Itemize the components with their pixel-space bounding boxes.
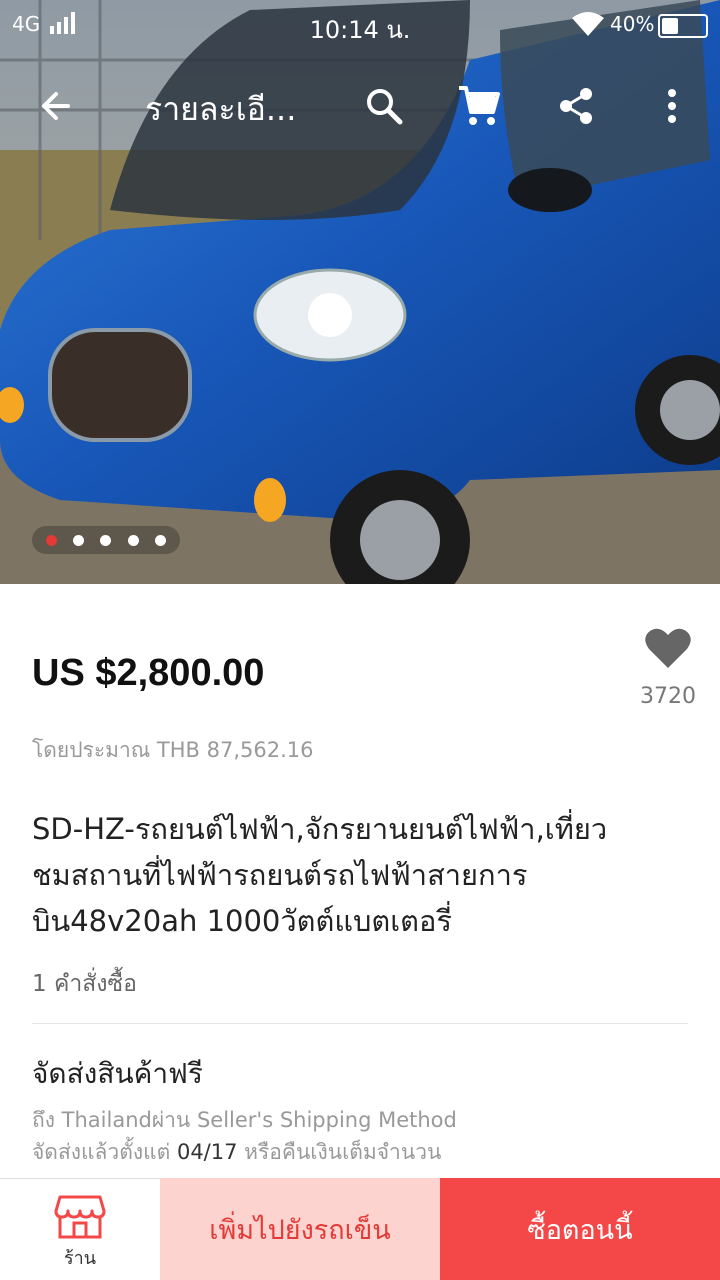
gallery-dot[interactable] [46, 534, 58, 546]
status-bar: 4G 10:14 น. 40% [0, 0, 720, 52]
share-icon[interactable] [552, 82, 600, 130]
store-button[interactable]: ร้าน [0, 1178, 160, 1280]
order-count: 1 คำสั่งซื้อ [32, 971, 137, 997]
battery-icon [658, 14, 708, 38]
wishlist-button[interactable]: 3720 [640, 622, 696, 718]
store-icon [54, 1193, 106, 1243]
product-title-line: ชมสถานที่ไฟฟ้ารถยนต์รถไฟฟ้าสายการ [32, 858, 528, 892]
page-title: รายละเอี... [145, 90, 297, 128]
shipping-destination: ถึง Thailandผ่าน Seller's Shipping Metho… [32, 1108, 457, 1132]
gallery-dot[interactable] [73, 534, 85, 546]
product-image-gallery[interactable]: 4G 10:14 น. 40% รายละเอี... [0, 0, 720, 584]
back-icon[interactable] [32, 82, 80, 130]
product-price: US $2,800.00 [32, 652, 265, 694]
gallery-indicator [32, 526, 180, 554]
heart-icon [644, 628, 692, 674]
action-bar: รายละเอี... [0, 70, 720, 140]
shipping-delivery-date: 04/17 [176, 1140, 238, 1164]
gallery-dot[interactable] [127, 534, 139, 546]
approx-price: โดยประมาณ THB 87,562.16 [32, 738, 314, 762]
shipping-delivery: จัดส่งแล้วตั้งแต่ 04/17 หรือคืนเงินเต็มจ… [32, 1136, 441, 1169]
product-title-line: บิน48v20ah 1000วัตต์แบตเตอรี่ [32, 904, 452, 938]
product-title-line: SD-HZ-รถยนต์ไฟฟ้า,จักรยานยนต์ไฟฟ้า,เที่ย… [32, 812, 608, 846]
gallery-dot[interactable] [154, 534, 166, 546]
product-title: SD-HZ-รถยนต์ไฟฟ้า,จักรยานยนต์ไฟฟ้า,เที่ย… [32, 806, 682, 944]
store-label: ร้าน [63, 1248, 97, 1269]
search-icon[interactable] [360, 82, 408, 130]
divider [32, 1023, 688, 1024]
add-to-cart-button[interactable]: เพิ่มไปยังรถเข็น [160, 1178, 440, 1280]
battery-percent: 40% [610, 12, 655, 36]
more-options-icon[interactable] [648, 82, 696, 130]
shipping-title[interactable]: จัดส่งสินค้าฟรี [32, 1052, 203, 1096]
wifi-icon [572, 12, 604, 36]
shipping-delivery-prefix: จัดส่งแล้วตั้งแต่ [32, 1140, 177, 1164]
bottom-action-bar: ร้าน เพิ่มไปยังรถเข็น ซื้อตอนนี้ [0, 1178, 720, 1280]
shipping-delivery-suffix: หรือคืนเงินเต็มจำนวน [237, 1140, 442, 1164]
favorites-count: 3720 [640, 684, 696, 709]
cart-icon[interactable] [455, 82, 503, 130]
buy-now-button[interactable]: ซื้อตอนนี้ [440, 1178, 720, 1280]
gallery-dot[interactable] [100, 534, 112, 546]
